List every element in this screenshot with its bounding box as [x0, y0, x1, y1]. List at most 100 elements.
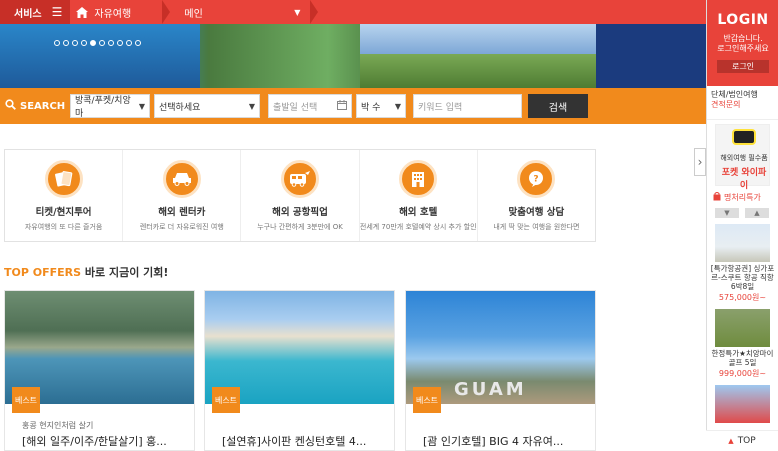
- offer-card[interactable]: 베스트 [설연휴]사이판 켄싱턴호텔 4...: [204, 290, 395, 451]
- search-bar: SEARCH 방콕/푸켓/치앙마 ▼ 선택하세요 ▼ 출발일 선택 박 수 ▼ …: [0, 88, 706, 124]
- right-sidebar: LOGIN 반갑습니다. 로그인해주세요 로그인 단체/법인여행 견적문의 해외…: [706, 0, 778, 451]
- service-rental-car[interactable]: 해외 렌터카 렌터카로 더 자유로워진 여행: [123, 150, 242, 241]
- service-title: 티켓/현지투어: [35, 207, 92, 218]
- md-special-title: 명처리특가: [724, 193, 761, 202]
- md-item-image-airline[interactable]: [715, 385, 770, 423]
- service-custom-consult[interactable]: ? 맞춤여행 상담 내게 딱 맞는 여행을 원한다면: [478, 150, 595, 241]
- md-carousel-controls: ▼ ▲: [707, 203, 778, 218]
- scroll-top-label: TOP: [737, 436, 756, 446]
- offer-title: [설연휴]사이판 켄싱턴호텔 4...: [222, 435, 367, 448]
- car-icon: [162, 160, 201, 198]
- offer-subtitle: 홍콩 현지인처럼 살기: [22, 421, 94, 430]
- login-message-line2: 로그인해주세요: [717, 44, 769, 53]
- pocket-wifi-banner[interactable]: 해외여행 필수품 포켓 와이파이: [715, 124, 770, 191]
- scroll-top-button[interactable]: ▲ TOP: [706, 430, 778, 451]
- banner-dot[interactable]: [117, 40, 123, 46]
- breadcrumb-label-free-travel: 자유여행: [94, 8, 132, 20]
- best-badge: 베스트: [12, 387, 40, 413]
- md-item-text[interactable]: 한정특가★치앙마이 골프 5일: [707, 349, 778, 367]
- nights-select-value: 박 수: [361, 102, 381, 113]
- category-select[interactable]: 선택하세요 ▼: [154, 94, 260, 118]
- nights-select[interactable]: 박 수 ▼: [356, 94, 406, 118]
- chevron-down-icon: ▼: [394, 101, 401, 111]
- service-description: 전세계 70만개 호텔예약 상시 추가 할인: [359, 223, 477, 231]
- service-title: 해외 호텔: [399, 207, 438, 218]
- service-description: 누구나 간편하게 3분만에 OK: [257, 223, 343, 231]
- departure-date-input[interactable]: 출발일 선택: [268, 94, 352, 118]
- top-navigation: 서비스 ☰ 자유여행 메인 ▼: [0, 0, 706, 24]
- quote-inquiry-link[interactable]: 견적문의: [711, 100, 774, 110]
- svg-text:?: ?: [534, 175, 539, 185]
- service-label: 서비스: [14, 8, 42, 20]
- region-select[interactable]: 방콕/푸켓/치앙마 ▼: [70, 94, 150, 119]
- best-badge: 베스트: [413, 387, 441, 413]
- banner-dot[interactable]: [63, 40, 69, 46]
- banner-dot[interactable]: [108, 40, 114, 46]
- service-categories: 티켓/현지투어 자유여행의 또 다른 즐거움 해외 렌터카 렌터카로 더 자유로…: [4, 149, 596, 242]
- chevron-up-icon: ▲: [728, 437, 734, 445]
- search-icon: [5, 99, 16, 113]
- login-button[interactable]: 로그인: [717, 60, 769, 73]
- md-item-text[interactable]: [특가항공권] 싱가포르-스쿠트 항공 직항 6박8일: [707, 264, 778, 291]
- departure-date-placeholder: 출발일 선택: [273, 102, 318, 113]
- offer-card[interactable]: GUAM 베스트 [괌 인기호텔] BIG 4 자유여...: [405, 290, 596, 451]
- login-title: LOGIN: [717, 12, 769, 28]
- chevron-down-icon[interactable]: ▼: [715, 208, 739, 218]
- chevron-right-icon[interactable]: ›: [694, 148, 706, 176]
- banner-dot[interactable]: [81, 40, 87, 46]
- login-box: LOGIN 반갑습니다. 로그인해주세요 로그인: [707, 0, 778, 86]
- top-offers-subtitle: 바로 지금이 기회!: [84, 266, 169, 279]
- breadcrumb-separator: [310, 0, 319, 24]
- top-offers-highlight: TOP OFFERS: [4, 266, 82, 279]
- best-badge: 베스트: [212, 387, 240, 413]
- banner-dot[interactable]: [54, 40, 60, 46]
- service-description: 자유여행의 또 다른 즐거움: [24, 223, 103, 231]
- service-title: 맞춤여행 상담: [508, 207, 565, 218]
- offer-title: [해외 일주/이주/한달살기] 홍...: [22, 435, 167, 448]
- keyword-placeholder: 키워드 입력: [418, 102, 463, 113]
- service-title: 해외 렌터카: [158, 207, 206, 218]
- chevron-down-icon: ▼: [294, 7, 301, 17]
- wifi-banner-line2: 포켓 와이파이: [721, 168, 767, 191]
- wifi-banner-line1: 해외여행 필수품: [720, 154, 768, 162]
- banner-dot[interactable]: [135, 40, 141, 46]
- md-item-image-golf[interactable]: [715, 309, 770, 347]
- keyword-input[interactable]: 키워드 입력: [413, 94, 522, 118]
- md-item-image-airplane[interactable]: [715, 224, 770, 262]
- breadcrumb-separator: [162, 0, 171, 24]
- banner-dot[interactable]: [90, 40, 96, 46]
- banner-dot[interactable]: [126, 40, 132, 46]
- wifi-device-icon: [732, 129, 756, 145]
- breadcrumb-main-dropdown[interactable]: 메인 ▼: [170, 0, 310, 24]
- bus-icon: [281, 160, 319, 198]
- search-button[interactable]: 검색: [528, 94, 588, 118]
- hotel-icon: [399, 160, 438, 198]
- category-select-value: 선택하세요: [159, 102, 201, 113]
- banner-dot[interactable]: [72, 40, 78, 46]
- hamburger-menu-icon: ☰: [51, 5, 63, 19]
- question-icon: ?: [517, 160, 556, 198]
- offer-card[interactable]: 베스트 홍콩 현지인처럼 살기 [해외 일주/이주/한달살기] 홍...: [4, 290, 195, 451]
- search-label: SEARCH: [20, 100, 66, 112]
- region-select-value: 방콕/푸켓/치앙마: [75, 96, 131, 119]
- group-travel-inquiry[interactable]: 단체/법인여행 견적문의: [707, 86, 778, 120]
- service-airport-pickup[interactable]: 해외 공항픽업 누구나 간편하게 3분만에 OK: [241, 150, 360, 241]
- md-special-heading: 명처리특가: [707, 192, 778, 203]
- breadcrumb-label-main: 메인: [184, 8, 203, 20]
- chevron-down-icon: ▼: [248, 101, 255, 111]
- login-message-line1: 반갑습니다.: [723, 34, 763, 43]
- service-menu-button[interactable]: 서비스 ☰: [0, 0, 71, 24]
- md-item-price: 999,000원~: [718, 369, 767, 378]
- service-ticket-tour[interactable]: 티켓/현지투어 자유여행의 또 다른 즐거움: [5, 150, 124, 241]
- hero-banner[interactable]: [0, 24, 706, 88]
- chevron-down-icon: ▼: [138, 101, 145, 111]
- calendar-icon: [337, 99, 347, 113]
- service-overseas-hotel[interactable]: 해외 호텔 전세계 70만개 호텔예약 상시 추가 할인: [360, 150, 478, 241]
- top-offers-heading: TOP OFFERS 바로 지금이 기회!: [4, 264, 168, 280]
- service-description: 내게 딱 맞는 여행을 원한다면: [493, 223, 580, 231]
- breadcrumb-free-travel[interactable]: 자유여행: [70, 0, 162, 24]
- login-message: 반갑습니다. 로그인해주세요: [717, 34, 769, 54]
- banner-image: [0, 24, 596, 88]
- chevron-up-icon[interactable]: ▲: [745, 208, 769, 218]
- banner-dot[interactable]: [99, 40, 105, 46]
